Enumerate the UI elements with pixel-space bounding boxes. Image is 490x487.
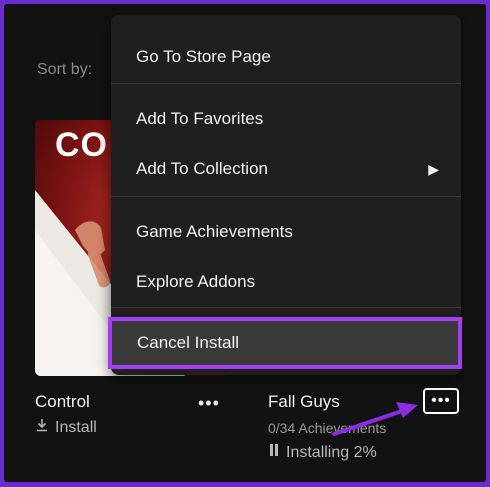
- install-label: Install: [55, 419, 97, 436]
- menu-item-game-achievements[interactable]: Game Achievements: [111, 214, 461, 250]
- control-cover-logo-text: CO: [55, 126, 108, 164]
- menu-separator: [111, 83, 461, 84]
- epic-games-library: Sort by: CO Control Install ••• Fall Guy…: [4, 4, 486, 482]
- menu-item-cancel-install[interactable]: Cancel Install: [108, 317, 462, 369]
- menu-item-add-to-collection[interactable]: Add To Collection ▶: [111, 151, 461, 187]
- menu-item-explore-addons[interactable]: Explore Addons: [111, 264, 461, 300]
- menu-item-go-to-store-page[interactable]: Go To Store Page: [111, 39, 461, 75]
- download-icon: [35, 418, 49, 437]
- control-more-options-button[interactable]: •••: [198, 394, 220, 412]
- context-menu: Go To Store Page Add To Favorites Add To…: [108, 15, 462, 375]
- menu-separator: [111, 196, 461, 197]
- sort-by-label: Sort by:: [37, 61, 93, 78]
- more-dots-icon: •••: [431, 392, 451, 409]
- menu-separator: [111, 307, 461, 308]
- control-title[interactable]: Control: [35, 392, 90, 412]
- fall-guys-install-status[interactable]: Installing 2%: [268, 443, 377, 462]
- control-install-button[interactable]: Install: [35, 418, 97, 437]
- installing-progress-label: Installing 2%: [286, 444, 377, 461]
- pause-icon[interactable]: [268, 443, 280, 462]
- submenu-arrow-icon: ▶: [428, 161, 439, 177]
- fall-guys-more-options-button[interactable]: •••: [423, 388, 459, 414]
- menu-item-add-to-favorites[interactable]: Add To Favorites: [111, 101, 461, 137]
- add-to-collection-label: Add To Collection: [136, 159, 268, 178]
- fall-guys-title[interactable]: Fall Guys: [268, 392, 340, 412]
- fall-guys-achievements: 0/34 Achievements: [268, 420, 387, 436]
